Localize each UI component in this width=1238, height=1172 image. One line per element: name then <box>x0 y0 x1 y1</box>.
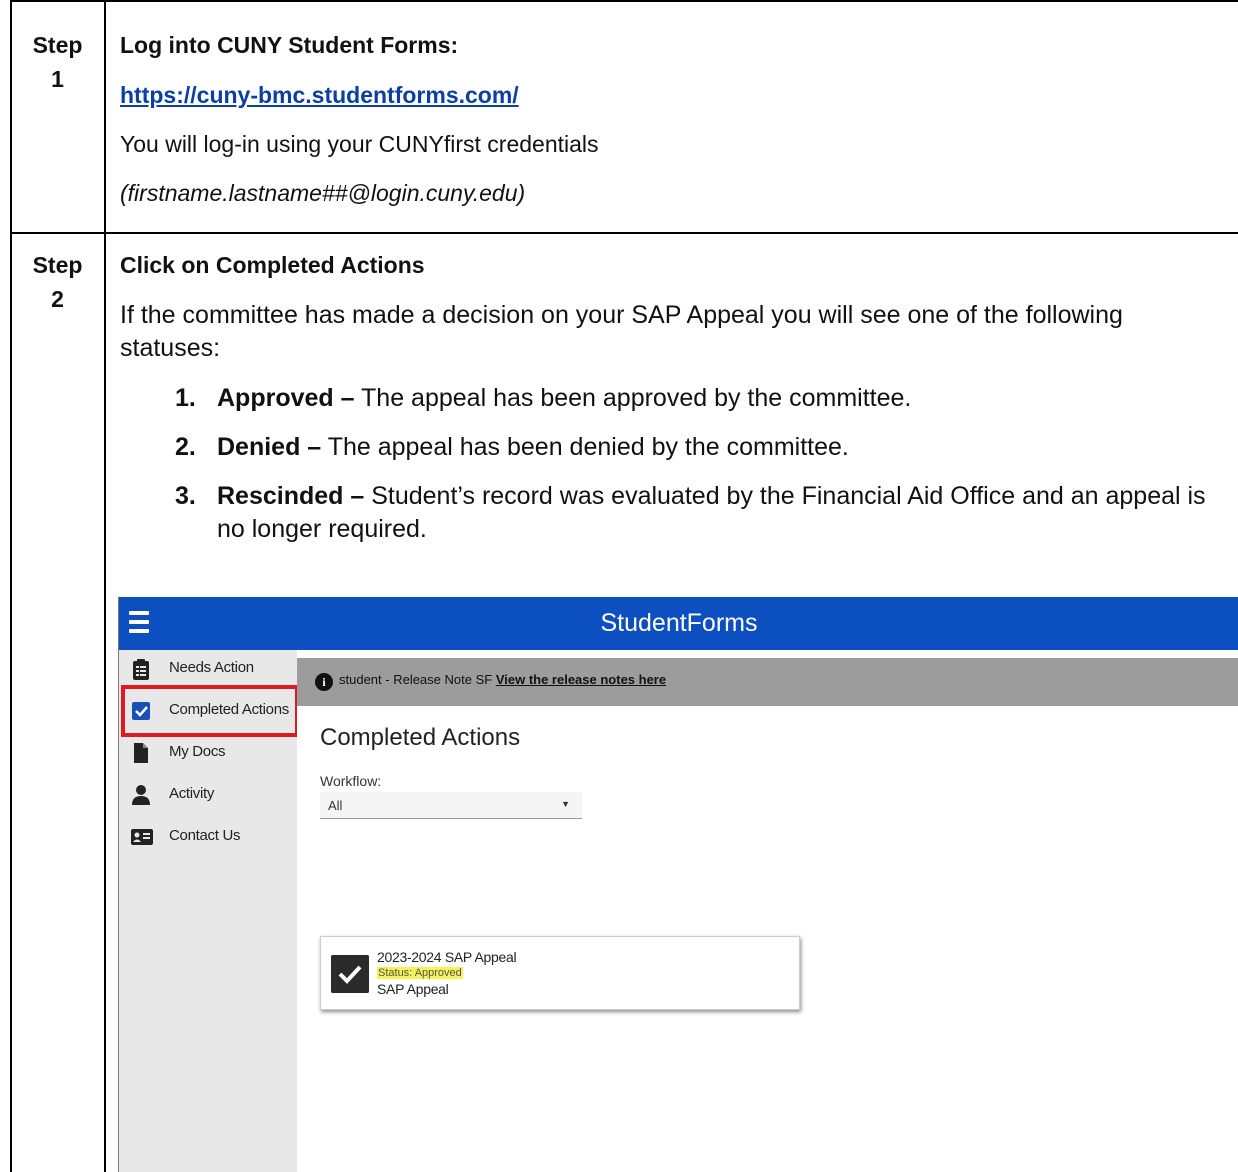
app-top-bar: StudentForms <box>119 597 1238 650</box>
student-forms-link[interactable]: https://cuny-bmc.studentforms.com/ <box>120 82 519 108</box>
nav-label: My Docs <box>169 743 226 760</box>
studentforms-screenshot: StudentForms Needs Action Completed Acti… <box>118 597 1238 1172</box>
status-desc: Student’s record was evaluated by the Fi… <box>217 482 1206 543</box>
status-number: 2. <box>175 433 196 461</box>
release-note-prefix: student - Release Note SF <box>339 672 496 687</box>
table-column-divider <box>104 0 106 1172</box>
status-number: 3. <box>175 482 196 510</box>
document-icon <box>134 743 148 763</box>
status-name: Approved – <box>217 384 355 412</box>
step-1-label: Step 1 <box>10 28 105 96</box>
card-subtitle: SAP Appeal <box>377 981 449 997</box>
step-1-content: Log into CUNY Student Forms: https://cun… <box>120 30 599 208</box>
status-desc: The appeal has been denied by the commit… <box>321 433 849 461</box>
login-note: You will log-in using your CUNYfirst cre… <box>120 131 599 157</box>
status-desc: The appeal has been approved by the comm… <box>354 384 912 412</box>
table-border-left <box>10 0 12 1172</box>
status-item-approved: 1. Approved – The appeal has been approv… <box>120 382 1210 415</box>
nav-item-contact-us[interactable]: Contact Us <box>119 822 297 852</box>
app-title: StudentForms <box>600 609 758 637</box>
nav-item-my-docs[interactable]: My Docs <box>119 738 297 768</box>
dropdown-arrow-icon: ▼ <box>561 799 570 809</box>
step-2-number: 2 <box>51 286 64 312</box>
step-2-intro: If the committee has made a decision on … <box>120 301 1123 362</box>
status-name: Rescinded – <box>217 482 365 510</box>
page-title: Completed Actions <box>320 724 521 751</box>
step-2-content: Click on Completed Actions If the commit… <box>120 250 1210 562</box>
status-name: Denied – <box>217 433 322 461</box>
card-title: 2023-2024 SAP Appeal <box>377 949 517 965</box>
status-item-denied: 2. Denied – The appeal has been denied b… <box>120 431 1210 464</box>
status-number: 1. <box>175 384 196 412</box>
step-1-word: Step <box>32 32 83 58</box>
release-notes-link[interactable]: View the release notes here <box>496 672 666 687</box>
step-1-heading: Log into CUNY Student Forms: <box>120 32 459 58</box>
person-icon <box>132 785 150 805</box>
nav-item-needs-action[interactable]: Needs Action <box>119 654 297 684</box>
step-1-number: 1 <box>51 66 64 92</box>
step-2-heading: Click on Completed Actions <box>120 252 425 278</box>
workflow-selected-value: All <box>328 798 343 813</box>
contact-card-icon <box>131 829 153 845</box>
status-list: 1. Approved – The appeal has been approv… <box>120 382 1210 546</box>
status-item-rescinded: 3. Rescinded – Student’s record was eval… <box>120 480 1207 546</box>
nav-item-activity[interactable]: Activity <box>119 780 297 810</box>
release-note-text: student - Release Note SF View the relea… <box>339 672 666 687</box>
clipboard-icon <box>133 659 149 680</box>
nav-label: Contact Us <box>169 827 241 844</box>
info-icon: i <box>315 673 333 691</box>
nav-label: Needs Action <box>169 659 254 676</box>
workflow-select[interactable]: All ▼ <box>320 792 582 819</box>
workflow-label: Workflow: <box>320 773 382 789</box>
step-2-word: Step <box>32 252 83 278</box>
table-row-divider <box>10 232 1238 234</box>
step-2-label: Step 2 <box>10 248 105 316</box>
completed-actions-highlight-box <box>121 685 299 737</box>
table-border-top <box>10 0 1238 2</box>
completed-action-card[interactable]: 2023-2024 SAP Appeal Status: Approved SA… <box>320 936 800 1010</box>
release-note-bar: i student - Release Note SF View the rel… <box>297 658 1238 706</box>
card-status: Status: Approved <box>377 967 463 979</box>
checkmark-icon <box>331 955 369 993</box>
credentials-format: (firstname.lastname##@login.cuny.edu) <box>120 180 526 206</box>
main-panel: i student - Release Note SF View the rel… <box>297 650 1238 1172</box>
nav-label: Activity <box>169 785 215 802</box>
